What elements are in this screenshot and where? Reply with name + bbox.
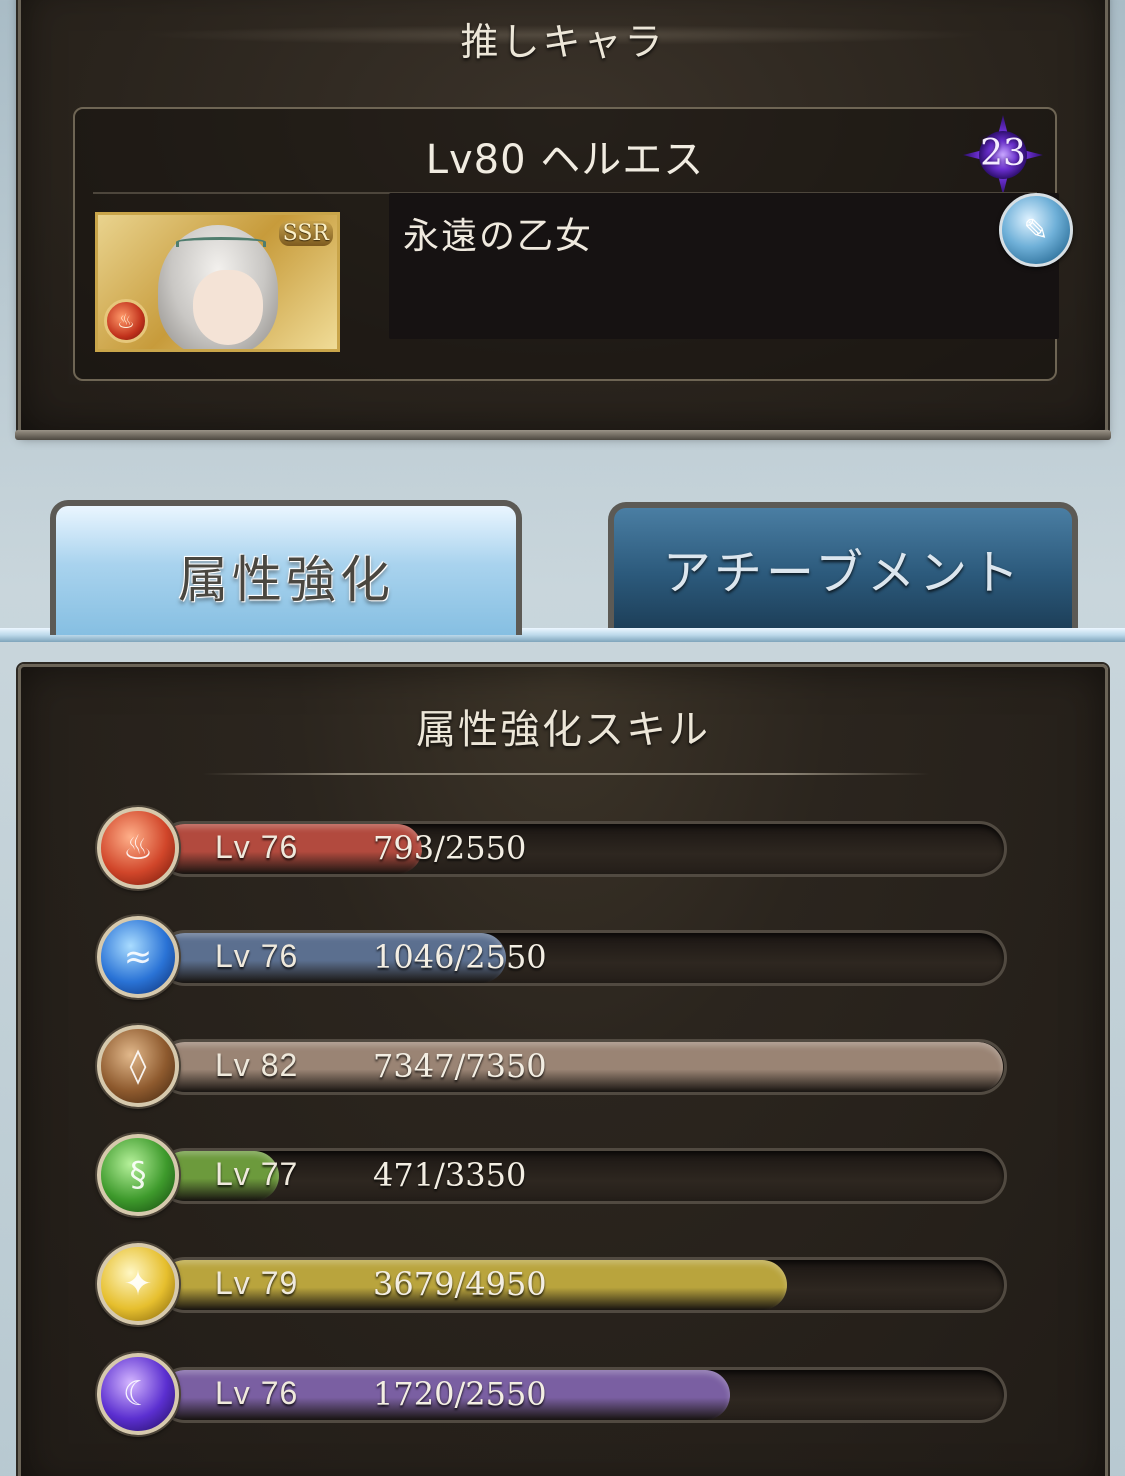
- skill-level: Lv 76: [215, 938, 299, 974]
- skill-exp: 7347/7350: [373, 1047, 547, 1085]
- favorite-character-panel: 推しキャラ Lv80 ヘルエス 23 SSR ♨ 永遠の乙女 ✎: [15, 0, 1111, 440]
- tab-label: アチーブメント: [662, 545, 1024, 601]
- character-name: Lv80 ヘルエス: [425, 137, 705, 183]
- pencil-icon: ✎: [1023, 212, 1049, 248]
- skill-level: Lv 79: [215, 1265, 299, 1301]
- character-portrait[interactable]: SSR ♨: [95, 212, 340, 352]
- water-element-icon: ≈: [97, 916, 179, 998]
- skill-row-light[interactable]: ✦ Lv 79 3679/4950: [97, 1243, 1009, 1325]
- motto-box: 永遠の乙女 ✎: [389, 193, 1073, 339]
- skill-row-water[interactable]: ≈ Lv 76 1046/2550: [97, 916, 1009, 998]
- section-divider: [203, 773, 929, 775]
- skill-level: Lv 76: [215, 829, 299, 865]
- skill-row-dark[interactable]: ☾ Lv 76 1720/2550: [97, 1353, 1009, 1435]
- skill-level: Lv 76: [215, 1375, 299, 1411]
- skill-row-earth[interactable]: ◊ Lv 82 7347/7350: [97, 1025, 1009, 1107]
- fire-element-icon: ♨: [104, 299, 148, 343]
- earth-element-icon: ◊: [97, 1025, 179, 1107]
- skill-row-wind[interactable]: § Lv 77 471/3350: [97, 1134, 1009, 1216]
- skill-exp: 471/3350: [373, 1156, 527, 1194]
- skill-level: Lv 77: [215, 1156, 299, 1192]
- section-title: 属性強化スキル: [416, 707, 710, 753]
- light-element-icon: ✦: [97, 1243, 179, 1325]
- rank-badge: 23: [963, 115, 1043, 195]
- tab-label: 属性強化: [178, 550, 394, 609]
- skill-level: Lv 82: [215, 1047, 299, 1083]
- portrait-tiara: [176, 237, 266, 247]
- fire-element-icon: ♨: [97, 807, 179, 889]
- skill-row-fire[interactable]: ♨ Lv 76 793/2550: [97, 807, 1009, 889]
- edit-button[interactable]: ✎: [999, 193, 1073, 267]
- tab-element-enhance[interactable]: 属性強化: [50, 500, 522, 635]
- character-card[interactable]: Lv80 ヘルエス 23 SSR ♨ 永遠の乙女 ✎: [73, 107, 1073, 381]
- skill-exp: 1720/2550: [373, 1375, 547, 1413]
- dark-element-icon: ☾: [97, 1353, 179, 1435]
- rarity-badge: SSR: [278, 221, 333, 246]
- portrait-face: [193, 270, 263, 345]
- element-skill-panel: 属性強化スキル ♨ Lv 76 793/2550 ≈ Lv 76 1046/25…: [18, 664, 1108, 1476]
- panel-title: 推しキャラ: [460, 20, 666, 64]
- skill-exp: 3679/4950: [373, 1265, 547, 1303]
- rank-number: 23: [980, 133, 1026, 174]
- motto-text: 永遠の乙女: [403, 216, 594, 257]
- skill-exp: 793/2550: [373, 829, 527, 867]
- wind-element-icon: §: [97, 1134, 179, 1216]
- skill-exp: 1046/2550: [373, 938, 547, 976]
- tab-achievement[interactable]: アチーブメント: [608, 502, 1078, 628]
